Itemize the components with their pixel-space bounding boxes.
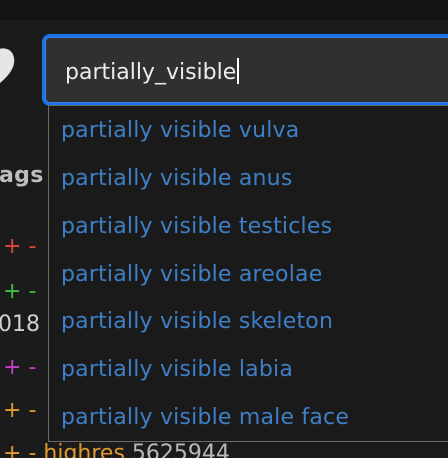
suggestion-item[interactable]: partially visible areolae [61, 261, 322, 289]
tag-row-artist: + - [3, 234, 36, 260]
heart-icon[interactable] [0, 46, 22, 90]
remove-tag-link[interactable]: - [28, 355, 36, 380]
tag-row-copyright: + - [3, 279, 36, 305]
add-tag-link[interactable]: + [3, 398, 21, 423]
tag-count: 5625944 [131, 441, 230, 458]
suggestion-item[interactable]: partially visible male face [61, 404, 349, 432]
remove-tag-link[interactable]: - [28, 234, 36, 259]
search-input[interactable]: partially_visible [42, 34, 448, 106]
suggestion-item[interactable]: partially visible skeleton [61, 308, 333, 336]
suggestion-item[interactable]: partially visible anus [61, 165, 293, 193]
tag-name-link[interactable]: highres [43, 441, 125, 458]
page: ags + - + - 018 + - + - + - highres 5625… [0, 0, 448, 458]
tag-row-meta: + - [3, 398, 36, 424]
text-caret [237, 58, 240, 84]
remove-tag-link[interactable]: - [28, 279, 36, 304]
suggestion-item[interactable]: partially visible labia [61, 356, 293, 384]
add-tag-link[interactable]: + [3, 279, 21, 304]
add-tag-link[interactable]: + [3, 234, 21, 259]
tags-heading: ags [0, 163, 44, 188]
tag-count-fragment: 018 [0, 312, 40, 337]
remove-tag-link[interactable]: - [28, 441, 36, 458]
suggestion-item[interactable]: partially visible testicles [61, 213, 332, 241]
tag-row-character: + - [3, 355, 36, 381]
suggestion-item[interactable]: partially visible vulva [61, 117, 299, 145]
top-bar [0, 0, 448, 20]
remove-tag-link[interactable]: - [28, 398, 36, 423]
autocomplete-dropdown: partially visible vulva partially visibl… [48, 105, 448, 442]
tag-row-highres: + - highres 5625944 [3, 441, 230, 458]
add-tag-link[interactable]: + [3, 441, 21, 458]
search-input-value: partially_visible [65, 60, 237, 85]
add-tag-link[interactable]: + [3, 355, 21, 380]
